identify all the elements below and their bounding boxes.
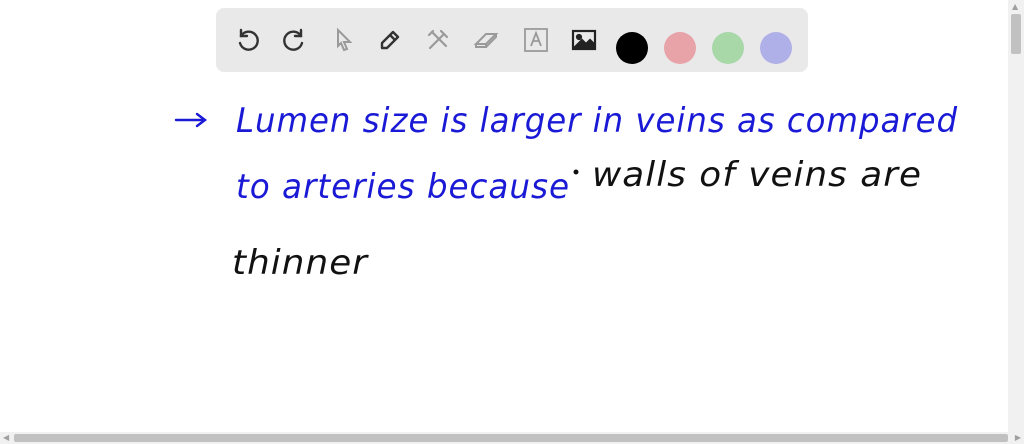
ink-dot [573,169,579,175]
select-button[interactable] [328,24,360,56]
undo-icon [238,28,259,51]
image-icon [571,29,597,51]
redo-icon [283,28,304,51]
scroll-right-arrow-icon[interactable]: ▶ [1015,433,1021,443]
tools-icon [427,29,449,50]
pen-button[interactable] [374,24,406,56]
horizontal-scrollbar[interactable]: ◀ ▶ [0,432,1024,444]
tools-button[interactable] [422,24,454,56]
note-line-1: Lumen size is larger in veins as compare… [236,101,958,141]
note-line-3: thinner [232,243,369,283]
color-swatch-black[interactable] [616,32,648,64]
text-box-icon [524,28,548,52]
note-line-2-blue: to arteries because [236,167,570,207]
select-pointer-icon [337,27,353,52]
note-line-2-black: walls of veins are [592,155,922,195]
scroll-up-arrow-icon[interactable]: ▲ [1012,2,1018,12]
drawing-canvas[interactable]: Lumen size is larger in veins as compare… [0,72,1008,432]
scroll-left-arrow-icon[interactable]: ◀ [3,433,9,443]
undo-button[interactable] [232,24,264,56]
vertical-scrollbar[interactable]: ▲ [1008,0,1024,432]
bullet-arrow [174,112,207,128]
eraser-icon [473,33,499,48]
color-swatch-purple[interactable] [760,32,792,64]
pen-icon [380,30,400,50]
color-swatch-red[interactable] [664,32,696,64]
image-button[interactable] [568,24,600,56]
drawing-toolbar [216,8,808,72]
color-swatch-green[interactable] [712,32,744,64]
text-button[interactable] [520,24,552,56]
horizontal-scroll-thumb[interactable] [14,434,1008,442]
redo-button[interactable] [278,24,310,56]
eraser-button[interactable] [470,24,502,56]
vertical-scroll-thumb[interactable] [1011,14,1021,54]
